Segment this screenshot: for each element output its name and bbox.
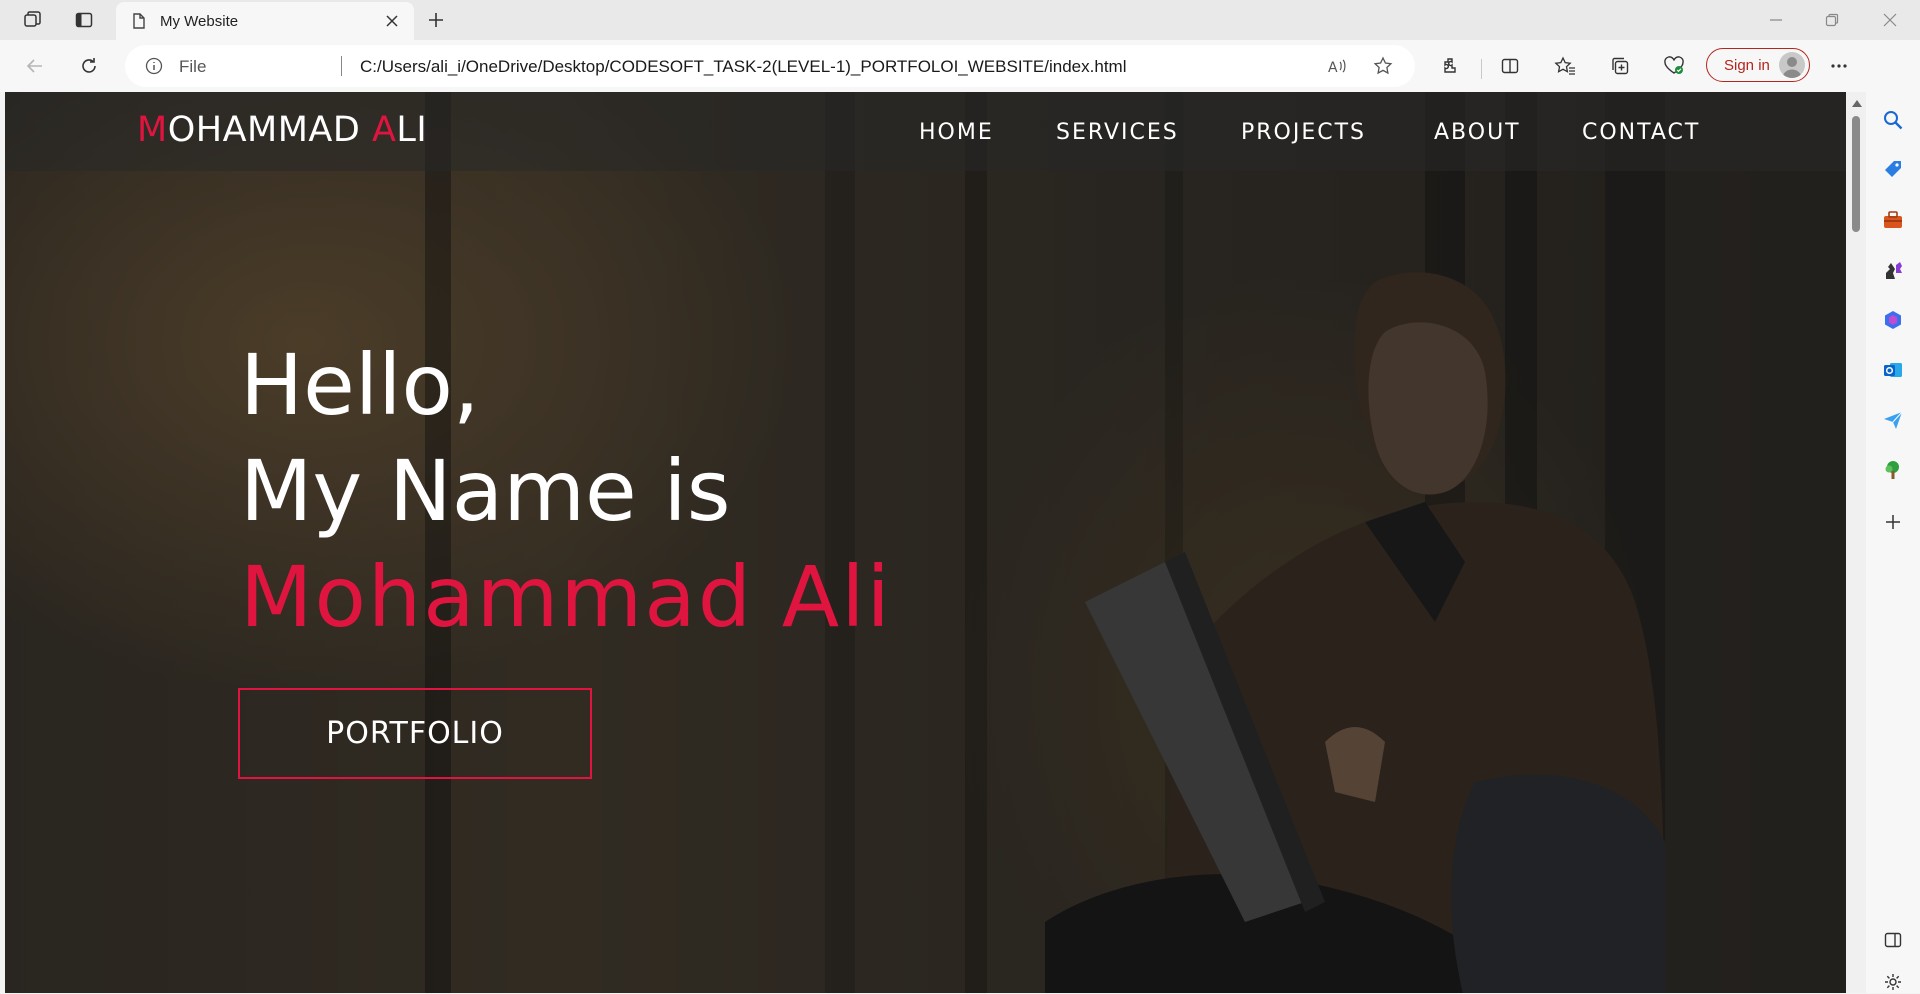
logo-first-name: OHAMMAD — [167, 110, 372, 150]
refresh-icon[interactable] — [72, 50, 106, 82]
tree-icon[interactable] — [1881, 458, 1905, 482]
logo-initial-last: A — [371, 110, 397, 150]
more-icon[interactable] — [1822, 50, 1856, 82]
sign-in-button[interactable]: Sign in — [1706, 48, 1810, 82]
svg-text:A: A — [1328, 60, 1338, 76]
sign-in-label: Sign in — [1724, 57, 1770, 74]
sidebar-toggle-icon[interactable] — [1881, 928, 1905, 952]
info-icon[interactable] — [145, 57, 163, 80]
nav-home[interactable]: HOME — [919, 120, 994, 145]
microsoft365-icon[interactable] — [1881, 308, 1905, 332]
nav-services[interactable]: SERVICES — [1056, 120, 1179, 145]
scrollbar-thumb[interactable] — [1852, 116, 1860, 232]
address-bar[interactable]: File C:/Users/ali_i/OneDrive/Desktop/COD… — [125, 45, 1415, 87]
edge-sidebar — [1866, 40, 1920, 993]
search-icon[interactable] — [1881, 108, 1905, 132]
outlook-icon[interactable] — [1881, 358, 1905, 382]
active-tab[interactable]: My Website — [116, 2, 414, 40]
page-scrollbar[interactable] — [1846, 92, 1866, 993]
scroll-up-arrow-icon[interactable] — [1852, 100, 1862, 107]
nav-contact[interactable]: CONTACT — [1582, 120, 1700, 145]
browser-toolbar: File C:/Users/ali_i/OneDrive/Desktop/COD… — [0, 40, 1920, 92]
settings-icon[interactable] — [1881, 970, 1905, 994]
hero-intro: My Name is — [240, 442, 731, 540]
hero-heading: Hello, My Name is Mohammad Ali — [240, 332, 892, 650]
workspaces-icon[interactable] — [15, 6, 49, 34]
address-separator — [341, 56, 342, 76]
tab-title: My Website — [160, 13, 239, 30]
url-text[interactable]: C:/Users/ali_i/OneDrive/Desktop/CODESOFT… — [360, 57, 1126, 77]
tab-strip: My Website — [0, 0, 1920, 40]
minimize-icon[interactable] — [1748, 0, 1804, 40]
favorite-star-icon[interactable] — [1371, 54, 1395, 78]
close-icon[interactable] — [382, 11, 402, 31]
games-icon[interactable] — [1881, 258, 1905, 282]
tools-icon[interactable] — [1881, 208, 1905, 232]
site-navbar: MOHAMMAD ALI HOME SERVICES PROJECTS ABOU… — [5, 92, 1846, 171]
close-window-icon[interactable] — [1862, 0, 1918, 40]
page-icon — [130, 12, 148, 35]
page-viewport: MOHAMMAD ALI HOME SERVICES PROJECTS ABOU… — [5, 92, 1846, 993]
hero-name: Mohammad Ali — [240, 548, 892, 646]
read-aloud-icon[interactable]: A — [1325, 54, 1349, 78]
nav-projects[interactable]: PROJECTS — [1241, 120, 1366, 145]
favorites-icon[interactable] — [1548, 50, 1582, 82]
hero-greeting: Hello, — [240, 336, 480, 434]
nav-about[interactable]: ABOUT — [1434, 120, 1521, 145]
restore-icon[interactable] — [1804, 0, 1860, 40]
split-screen-icon[interactable] — [1493, 50, 1527, 82]
scheme-label: File — [179, 57, 207, 76]
site-logo[interactable]: MOHAMMAD ALI — [137, 110, 427, 150]
back-arrow-icon[interactable] — [18, 50, 52, 82]
logo-initial-first: M — [137, 110, 168, 150]
plus-icon[interactable] — [420, 6, 452, 34]
vertical-tabs-icon[interactable] — [67, 6, 101, 34]
add-icon[interactable] — [1881, 510, 1905, 534]
avatar — [1779, 52, 1805, 78]
logo-last-name: LI — [396, 110, 428, 150]
portfolio-button[interactable]: PORTFOLIO — [238, 688, 592, 779]
extensions-icon[interactable] — [1433, 50, 1467, 82]
browser-essentials-icon[interactable] — [1657, 50, 1691, 82]
send-icon[interactable] — [1881, 408, 1905, 432]
collections-icon[interactable] — [1603, 50, 1637, 82]
shopping-tag-icon[interactable] — [1881, 158, 1905, 182]
toolbar-divider — [1481, 59, 1482, 79]
